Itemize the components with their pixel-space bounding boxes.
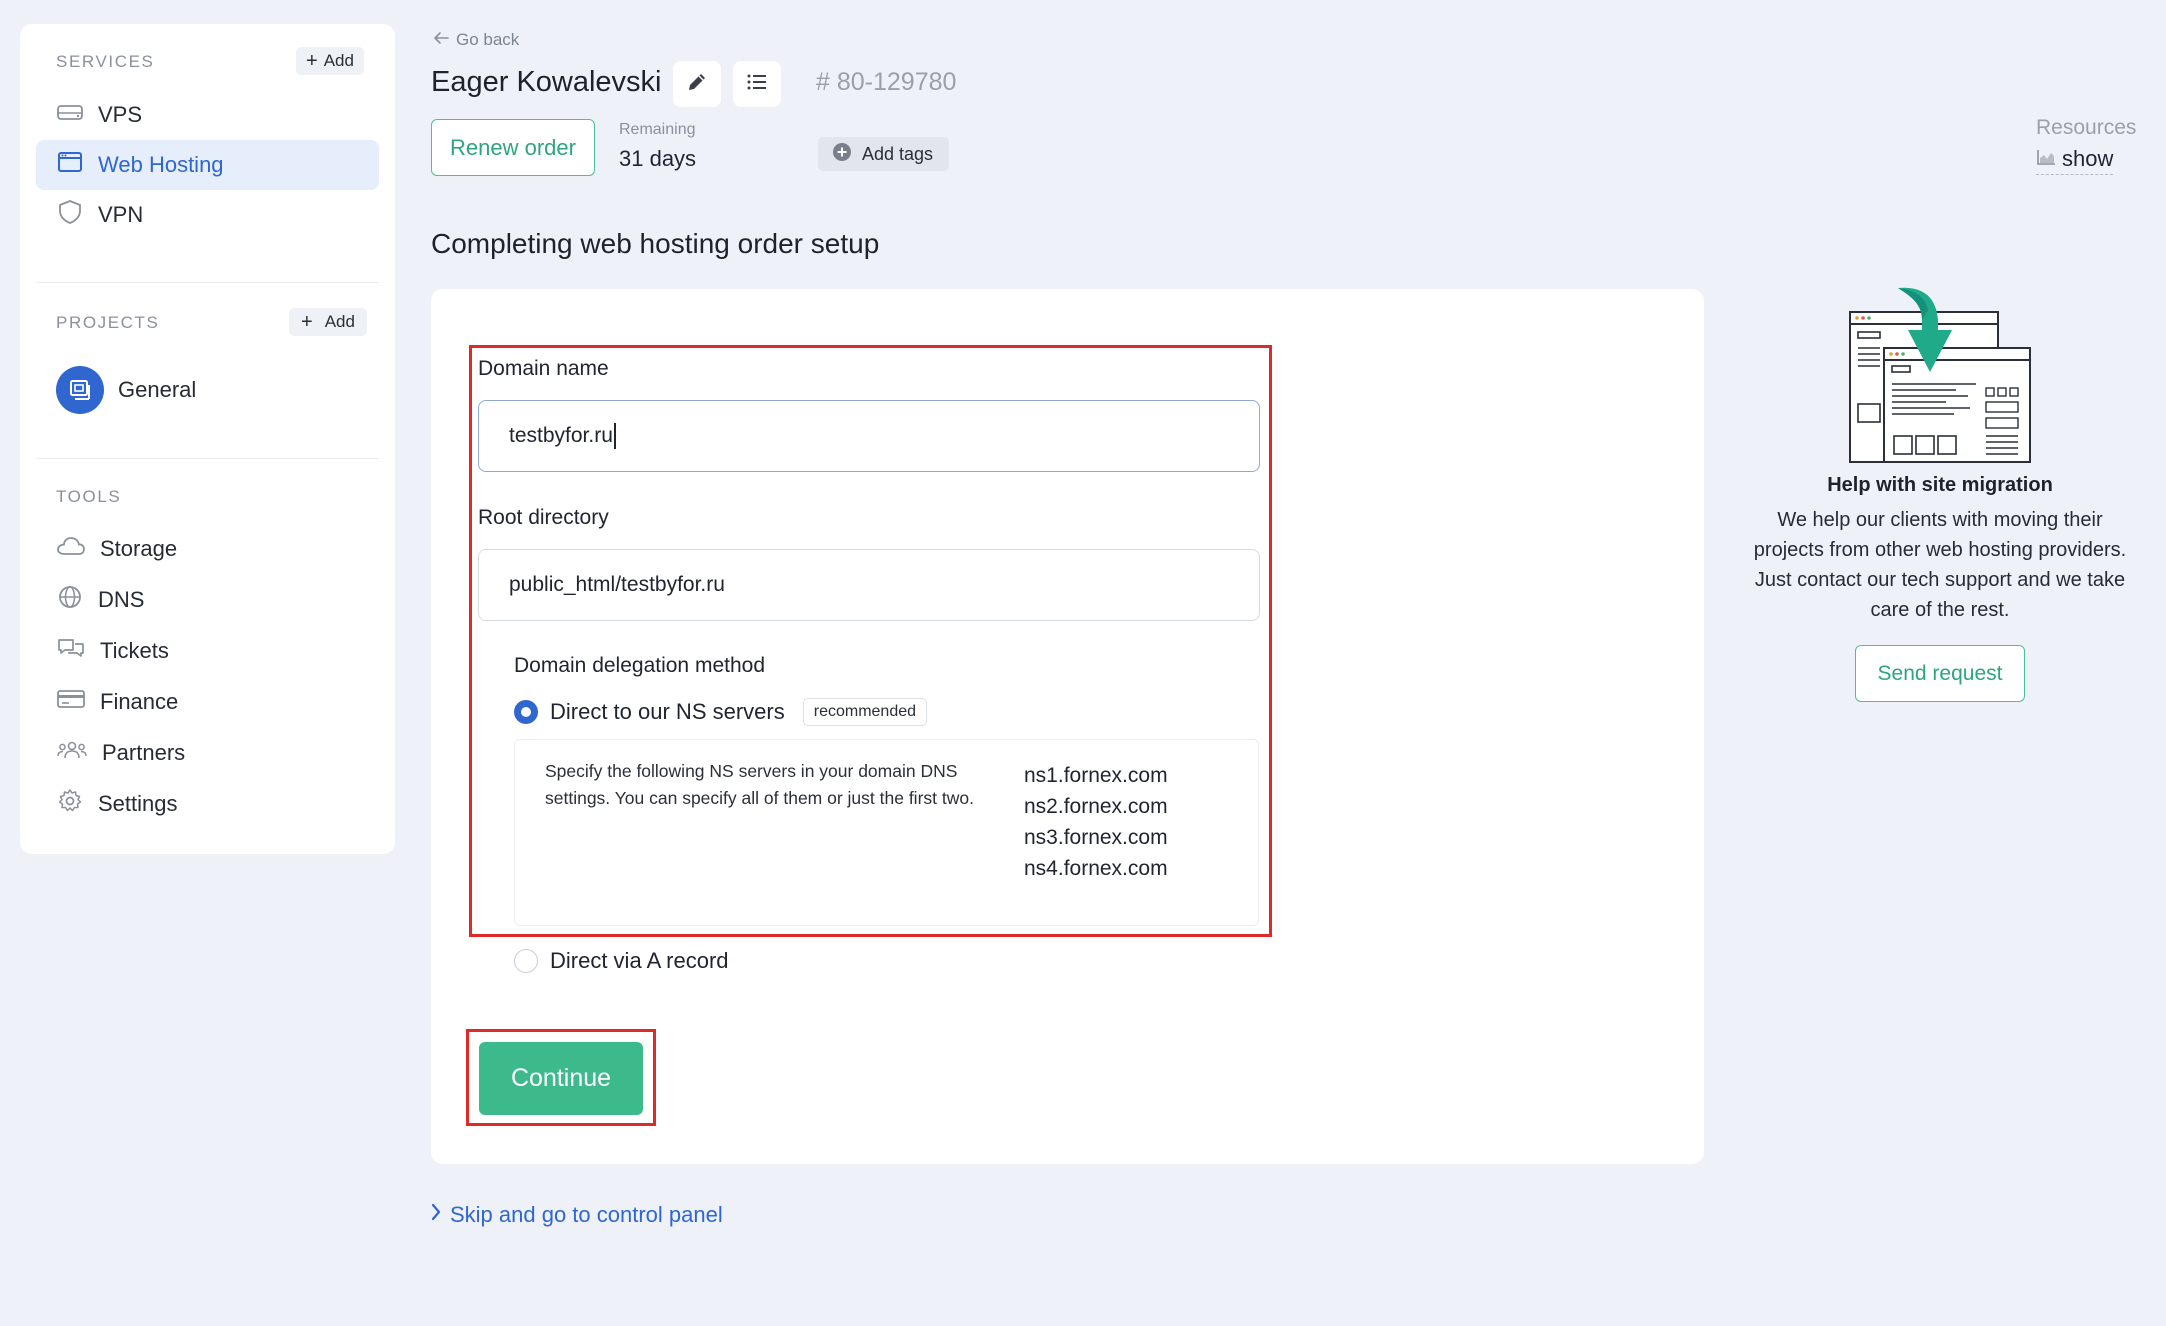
divider <box>36 282 379 283</box>
credit-card-icon <box>56 688 86 716</box>
radio-unchecked-icon <box>514 949 538 973</box>
sidebar-item-project-general[interactable]: General <box>36 358 379 422</box>
send-request-button[interactable]: Send request <box>1855 645 2025 702</box>
page-title: Eager Kowalevski <box>431 66 662 98</box>
sidebar-item-storage[interactable]: Storage <box>36 524 379 574</box>
remaining-label: Remaining <box>619 121 696 138</box>
details-list-button[interactable] <box>733 61 781 107</box>
add-project-button[interactable]: + Add <box>289 308 367 336</box>
tools-heading: TOOLS <box>56 487 122 506</box>
remaining-value: 31 days <box>619 146 697 171</box>
sidebar-item-dns[interactable]: DNS <box>36 575 379 625</box>
list-icon <box>745 71 769 98</box>
sidebar-item-vps[interactable]: VPS <box>36 90 379 140</box>
plus-icon: + <box>301 311 313 333</box>
skip-to-control-panel-link[interactable]: Skip and go to control panel <box>430 1202 723 1228</box>
divider <box>36 458 379 459</box>
sidebar-item-label: General <box>118 377 197 402</box>
people-icon <box>56 738 88 768</box>
cloud-icon <box>56 535 86 563</box>
add-tags-button[interactable]: Add tags <box>818 137 950 171</box>
section-title: Completing web hosting order setup <box>431 228 880 259</box>
plus-icon: + <box>306 50 318 72</box>
sidebar-item-partners[interactable]: Partners <box>36 728 379 778</box>
sidebar-item-label: VPS <box>98 102 143 127</box>
sidebar-item-label: Tickets <box>100 638 169 663</box>
plus-circle-icon <box>832 142 852 167</box>
pencil-icon <box>685 70 709 99</box>
sidebar-item-web-hosting[interactable]: Web Hosting <box>36 140 379 190</box>
chart-icon <box>2036 146 2056 172</box>
browser-window-icon <box>56 150 84 180</box>
shield-icon <box>56 199 84 231</box>
resources-label: Resources <box>2036 116 2137 139</box>
edit-button[interactable] <box>673 61 721 107</box>
highlight-box-continue <box>466 1029 656 1126</box>
chat-bubbles-icon <box>56 636 86 666</box>
server-icon <box>56 101 84 129</box>
sidebar-item-label: DNS <box>98 587 145 612</box>
sidebar-item-label: Finance <box>100 689 179 714</box>
sidebar-item-label: Web Hosting <box>98 152 224 177</box>
sidebar-item-label: Partners <box>102 740 186 765</box>
projects-heading: PROJECTS <box>56 313 160 332</box>
chevron-right-icon <box>430 1202 442 1228</box>
sidebar-item-tickets[interactable]: Tickets <box>36 626 379 676</box>
renew-order-button[interactable]: Renew order <box>431 119 595 176</box>
add-service-button[interactable]: + Add <box>296 47 364 75</box>
migration-text: We help our clients with moving their pr… <box>1753 509 2127 621</box>
sidebar-item-finance[interactable]: Finance <box>36 677 379 727</box>
sidebar: SERVICES + Add VPS Web Hosting VPN PROJE… <box>20 24 395 854</box>
globe-icon <box>56 584 84 616</box>
site-migration-illustration-icon <box>1846 286 2036 473</box>
order-id: # 80-129780 <box>816 68 957 96</box>
gear-icon <box>56 787 84 821</box>
sidebar-item-vpn[interactable]: VPN <box>36 190 379 240</box>
highlight-box-form <box>469 345 1272 937</box>
sidebar-item-label: Storage <box>100 536 178 561</box>
services-heading: SERVICES <box>56 52 155 71</box>
arrow-left-icon <box>432 30 450 50</box>
sidebar-item-settings[interactable]: Settings <box>36 779 379 829</box>
resources-show-link[interactable]: show <box>2036 146 2114 175</box>
project-icon <box>56 366 104 414</box>
migration-title: Help with site migration <box>1827 474 2053 496</box>
sidebar-item-label: VPN <box>98 202 144 227</box>
sidebar-item-label: Settings <box>98 791 178 816</box>
go-back-link[interactable]: Go back <box>432 30 519 50</box>
radio-a-record[interactable]: Direct via A record <box>514 948 729 974</box>
